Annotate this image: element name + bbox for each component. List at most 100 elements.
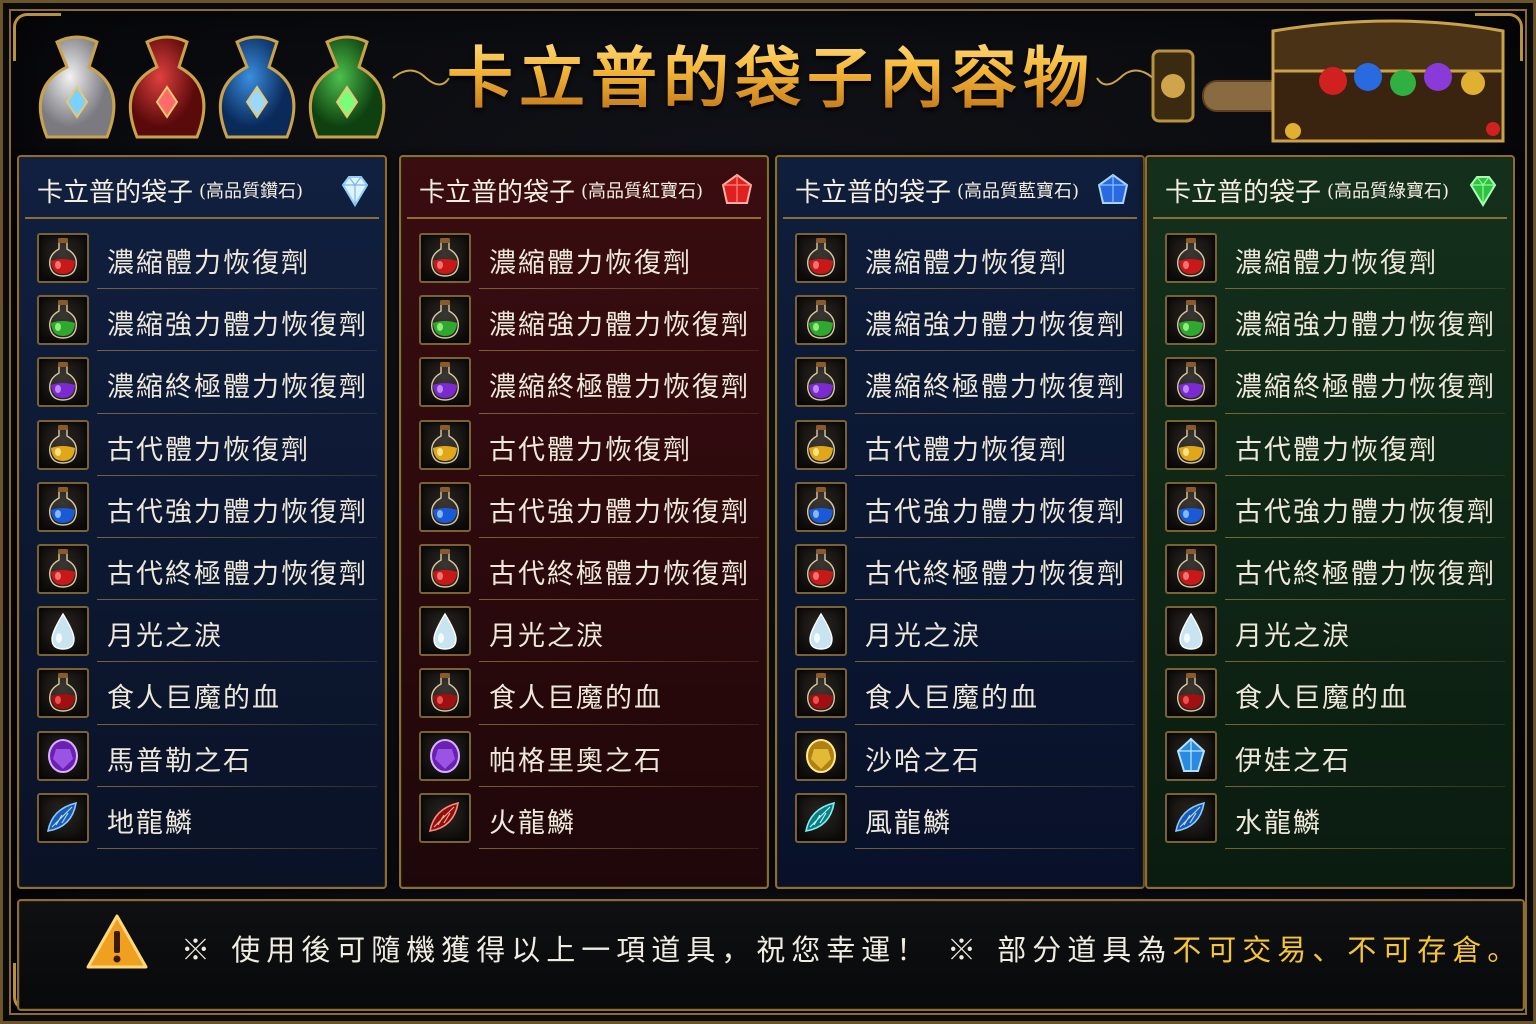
column-title: 卡立普的袋子 <box>1165 177 1322 208</box>
item-name: 古代強力體力恢復劑 <box>865 496 1126 528</box>
purple-stone-icon <box>430 738 460 773</box>
item-name: 濃縮終極體力恢復劑 <box>489 372 750 404</box>
item-row: 食人巨魔的血 <box>33 662 377 725</box>
item-row: 濃縮強力體力恢復劑 <box>415 289 759 352</box>
green-potion-icon <box>431 300 459 339</box>
item-name: 古代體力恢復劑 <box>1235 434 1438 466</box>
red-potion-icon <box>807 238 835 277</box>
item-slot <box>1165 792 1217 843</box>
item-name: 古代強力體力恢復劑 <box>1235 496 1496 528</box>
green-potion-icon <box>1177 300 1205 339</box>
blue-potion-icon <box>49 486 77 526</box>
item-row: 古代終極體力恢復劑 <box>1161 538 1505 601</box>
column-subtitle: (高品質紅寶石) <box>581 181 704 202</box>
item-name: 古代終極體力恢復劑 <box>1235 558 1496 590</box>
column-subtitle: (高品質藍寶石) <box>957 181 1080 202</box>
bag-column-sapphire: 卡立普的袋子 (高品質藍寶石) 濃縮體力恢復劑 濃縮強力體力恢復劑 濃縮終極體力… <box>775 155 1145 889</box>
treasure-chest-illustration <box>1151 19 1505 143</box>
row-divider <box>97 847 377 849</box>
item-slot <box>419 295 471 346</box>
row-divider <box>1225 847 1505 849</box>
item-slot <box>795 606 847 657</box>
item-name: 濃縮終極體力恢復劑 <box>107 372 368 404</box>
item-name: 食人巨魔的血 <box>107 683 281 715</box>
purple-potion-icon <box>807 362 835 402</box>
item-slot <box>37 792 89 843</box>
red-potion-icon <box>431 238 459 277</box>
item-slot <box>419 233 471 283</box>
item-row: 古代體力恢復劑 <box>415 414 759 476</box>
item-row: 沙哈之石 <box>791 725 1135 787</box>
item-name: 食人巨魔的血 <box>865 683 1039 715</box>
trade-restriction-note: ※ 部分道具為不可交易、不可存倉。 <box>947 927 1522 969</box>
row-divider <box>479 847 759 849</box>
item-slot <box>419 730 471 781</box>
item-slot <box>419 792 471 843</box>
item-slot <box>1165 668 1217 719</box>
item-list: 濃縮體力恢復劑 濃縮強力體力恢復劑 濃縮終極體力恢復劑 古代體力恢復劑 古代強力… <box>791 227 1135 849</box>
item-row: 火龍鱗 <box>415 787 759 849</box>
item-slot <box>795 357 847 408</box>
teardrop-icon <box>809 612 833 650</box>
item-slot <box>1165 357 1217 408</box>
item-name: 濃縮強力體力恢復劑 <box>865 310 1126 342</box>
item-slot <box>795 730 847 781</box>
note-suffix: 。 <box>1487 933 1523 967</box>
item-slot <box>1165 233 1217 283</box>
green-potion-icon <box>49 300 77 339</box>
item-name: 月光之淚 <box>865 621 981 653</box>
red-potion-icon <box>49 238 77 277</box>
emerald-icon <box>1469 176 1497 207</box>
item-name: 馬普勒之石 <box>107 745 252 777</box>
item-name: 月光之淚 <box>1235 621 1351 653</box>
item-name: 古代終極體力恢復劑 <box>107 558 368 590</box>
bag-column-emerald: 卡立普的袋子 (高品質綠寶石) 濃縮體力恢復劑 濃縮強力體力恢復劑 濃縮終極體力… <box>1145 155 1515 889</box>
item-name: 濃縮體力恢復劑 <box>1235 248 1438 279</box>
item-name: 食人巨魔的血 <box>1235 683 1409 715</box>
green-potion-icon <box>807 300 835 339</box>
item-name: 沙哈之石 <box>865 745 981 777</box>
item-slot <box>1165 419 1217 470</box>
item-row: 伊娃之石 <box>1161 725 1505 787</box>
teal-scale-icon <box>805 801 835 832</box>
blood-flask-icon <box>49 673 77 713</box>
bag-column-ruby: 卡立普的袋子 (高品質紅寶石) 濃縮體力恢復劑 濃縮強力體力恢復劑 濃縮終極體力… <box>399 155 769 889</box>
item-slot <box>1165 543 1217 594</box>
item-row: 古代強力體力恢復劑 <box>791 476 1135 538</box>
blue-stone-icon <box>1176 737 1206 772</box>
item-name: 古代強力體力恢復劑 <box>107 496 368 528</box>
item-row: 食人巨魔的血 <box>791 662 1135 725</box>
item-slot <box>1165 481 1217 532</box>
item-row: 濃縮體力恢復劑 <box>415 227 759 290</box>
item-slot <box>419 481 471 532</box>
teardrop-icon <box>1179 612 1203 650</box>
item-name: 月光之淚 <box>107 621 223 653</box>
item-row: 古代體力恢復劑 <box>33 414 377 476</box>
item-name: 古代體力恢復劑 <box>489 434 692 466</box>
blue-potion-icon <box>431 486 459 526</box>
item-row: 古代強力體力恢復劑 <box>415 476 759 538</box>
item-name: 古代終極體力恢復劑 <box>489 558 750 590</box>
item-slot <box>37 357 89 408</box>
item-slot <box>1165 606 1217 657</box>
purple-stone-icon <box>48 738 78 773</box>
item-name: 濃縮體力恢復劑 <box>865 248 1068 279</box>
blood-flask-icon <box>807 673 835 713</box>
red-potion-icon <box>431 548 459 588</box>
purple-potion-icon <box>1177 362 1205 402</box>
column-title: 卡立普的袋子 <box>795 177 952 208</box>
item-name: 食人巨魔的血 <box>489 683 663 715</box>
item-name: 濃縮強力體力恢復劑 <box>489 310 750 342</box>
item-row: 濃縮體力恢復劑 <box>1161 227 1505 290</box>
item-row: 濃縮終極體力恢復劑 <box>791 351 1135 414</box>
item-slot <box>795 668 847 719</box>
item-slot <box>37 233 89 283</box>
item-slot <box>37 730 89 781</box>
item-slot <box>795 792 847 843</box>
red-scale-icon <box>429 801 459 832</box>
item-list: 濃縮體力恢復劑 濃縮強力體力恢復劑 濃縮終極體力恢復劑 古代體力恢復劑 古代強力… <box>33 227 377 849</box>
warning-triangle-icon <box>86 914 148 969</box>
item-list: 濃縮體力恢復劑 濃縮強力體力恢復劑 濃縮終極體力恢復劑 古代體力恢復劑 古代強力… <box>415 227 759 849</box>
item-row: 濃縮體力恢復劑 <box>791 227 1135 290</box>
item-slot <box>37 419 89 470</box>
